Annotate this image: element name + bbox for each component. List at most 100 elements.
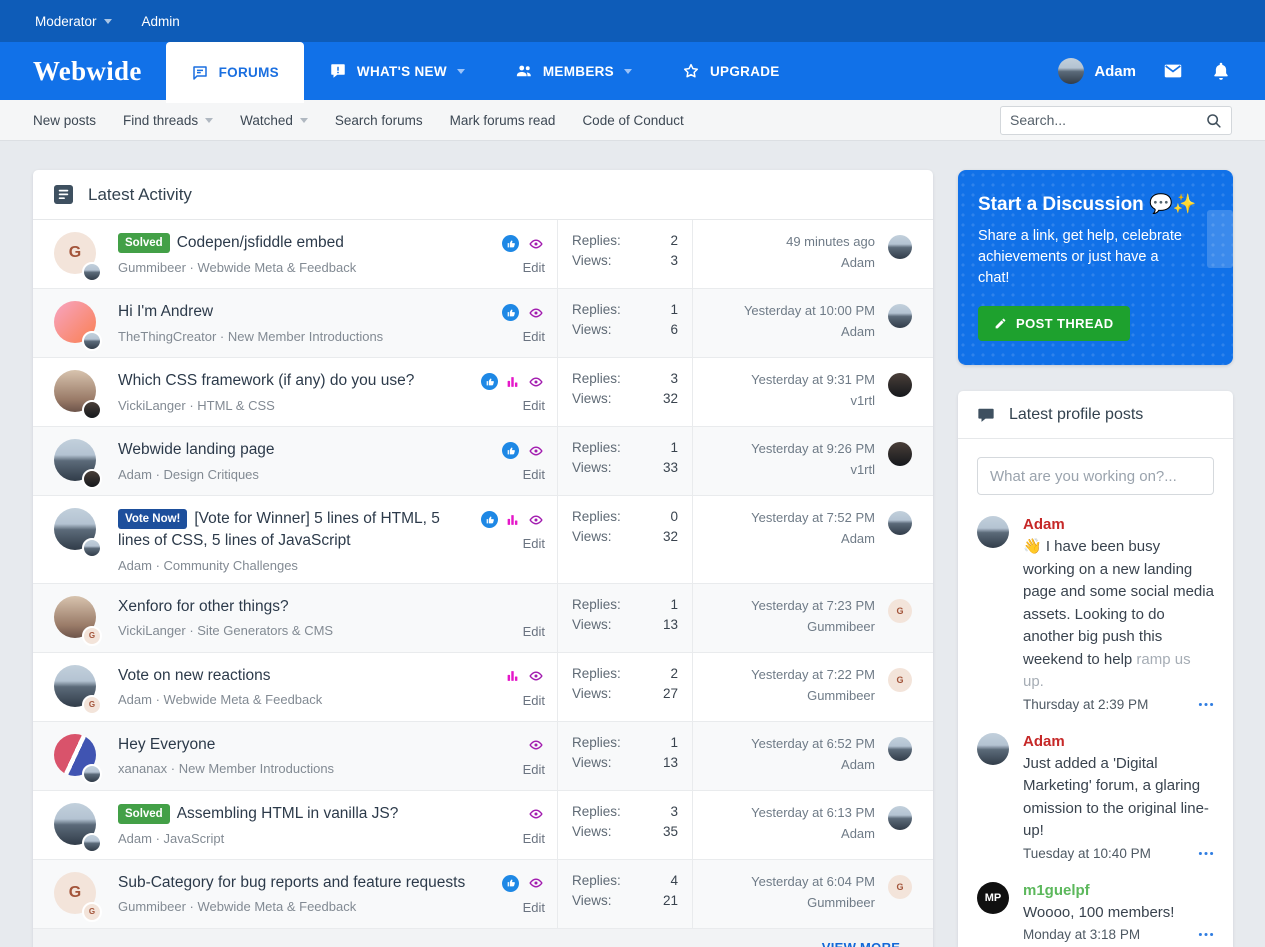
thread-title-link[interactable]: Hey Everyone (118, 734, 515, 756)
alerts-button[interactable] (1210, 60, 1232, 82)
avatar-adam[interactable] (82, 262, 102, 282)
thread-last-user[interactable]: Adam (751, 755, 875, 776)
thread-time[interactable]: Yesterday at 9:31 PM (751, 370, 875, 391)
subnav-new-posts[interactable]: New posts (33, 113, 96, 128)
thread-last-user[interactable]: Adam (751, 824, 875, 845)
thread-author[interactable]: Adam (118, 467, 152, 482)
thread-time[interactable]: Yesterday at 7:22 PM (751, 665, 875, 686)
moderator-menu[interactable]: Moderator (35, 14, 112, 29)
thread-author[interactable]: Adam (118, 831, 152, 846)
avatar-adam[interactable] (977, 732, 1009, 765)
subnav-code-of-conduct[interactable]: Code of Conduct (582, 113, 683, 128)
profile-post-time[interactable]: Tuesday at 10:40 PM (1023, 846, 1151, 861)
thread-title-link[interactable]: Solved Assembling HTML in vanilla JS? (118, 803, 515, 825)
avatar-adam[interactable] (888, 511, 912, 535)
avatar-v1rtl[interactable] (888, 373, 912, 397)
thread-title-link[interactable]: Hi I'm Andrew (118, 301, 494, 323)
thread-edit-link[interactable]: Edit (523, 693, 545, 708)
tab-upgrade[interactable]: UPGRADE (657, 42, 805, 100)
thread-last-post-link[interactable]: Yesterday at 6:52 PM Adam (751, 734, 875, 778)
thread-title-text[interactable]: Which CSS framework (if any) do you use? (118, 372, 414, 389)
view-more-link[interactable]: VIEW MORE... (822, 940, 912, 947)
thread-edit-link[interactable]: Edit (523, 467, 545, 482)
thread-forum[interactable]: JavaScript (164, 831, 225, 846)
post-menu-button[interactable] (1198, 851, 1214, 856)
thread-last-user[interactable]: Adam (786, 253, 875, 274)
thread-last-post-link[interactable]: Yesterday at 6:04 PM Gummibeer (751, 872, 875, 916)
thread-time[interactable]: Yesterday at 7:52 PM (751, 508, 875, 529)
thread-edit-link[interactable]: Edit (523, 260, 545, 275)
thread-author[interactable]: VickiLanger (118, 623, 186, 638)
thread-title-link[interactable]: Solved Codepen/jsfiddle embed (118, 232, 494, 254)
avatar-v1rtl[interactable] (82, 469, 102, 489)
thread-time[interactable]: Yesterday at 6:52 PM (751, 734, 875, 755)
avatar-gummibeer[interactable]: G (888, 874, 912, 899)
tab-whats-new[interactable]: WHAT'S NEW (304, 42, 490, 100)
avatar-gummibeer[interactable]: G (888, 667, 912, 692)
thread-forum[interactable]: Community Challenges (164, 558, 298, 573)
tab-members[interactable]: MEMBERS (490, 42, 657, 100)
thread-time[interactable]: Yesterday at 9:26 PM (751, 439, 875, 460)
post-menu-button[interactable] (1198, 932, 1214, 937)
thread-edit-link[interactable]: Edit (523, 831, 545, 846)
thread-title-text[interactable]: Vote on new reactions (118, 667, 271, 684)
thread-title-text[interactable]: Codepen/jsfiddle embed (177, 234, 344, 251)
site-logo[interactable]: Webwide (33, 56, 142, 87)
thread-last-post-link[interactable]: Yesterday at 7:52 PM Adam (751, 508, 875, 571)
thread-time[interactable]: Yesterday at 10:00 PM (744, 301, 875, 322)
admin-link[interactable]: Admin (142, 14, 180, 29)
avatar-adam[interactable] (82, 763, 102, 784)
thread-last-user[interactable]: Adam (744, 322, 875, 343)
thread-forum[interactable]: Site Generators & CMS (197, 623, 333, 638)
avatar-v1rtl[interactable] (82, 400, 102, 420)
thread-author[interactable]: xananax (118, 761, 167, 776)
avatar-adam[interactable] (888, 736, 912, 761)
thread-forum[interactable]: HTML & CSS (197, 398, 275, 413)
thread-title-link[interactable]: Vote on new reactions (118, 665, 498, 687)
profile-post-username[interactable]: m1guelpf (1023, 882, 1214, 899)
thread-author[interactable]: Gummibeer (118, 899, 186, 914)
subnav-watched[interactable]: Watched (240, 113, 308, 128)
avatar-v1rtl[interactable] (888, 442, 912, 466)
thread-edit-link[interactable]: Edit (523, 624, 545, 639)
thread-title-text[interactable]: Hi I'm Andrew (118, 303, 213, 320)
tab-forums[interactable]: FORUMS (165, 42, 304, 103)
thread-last-post-link[interactable]: 49 minutes ago Adam (786, 232, 875, 276)
avatar-gummibeer[interactable]: G (82, 901, 102, 922)
thread-last-user[interactable]: Gummibeer (751, 893, 875, 914)
avatar-adam[interactable] (888, 235, 912, 259)
thread-forum[interactable]: New Member Introductions (228, 329, 383, 344)
search-icon[interactable] (1205, 112, 1222, 129)
avatar-adam[interactable] (82, 538, 102, 558)
thread-last-user[interactable]: Adam (751, 529, 875, 550)
thread-last-post-link[interactable]: Yesterday at 9:31 PM v1rtl (751, 370, 875, 414)
avatar-adam[interactable] (1058, 58, 1085, 84)
thread-author[interactable]: Adam (118, 692, 152, 707)
thread-title-link[interactable]: Webwide landing page (118, 439, 494, 461)
thread-author[interactable]: Gummibeer (118, 260, 186, 275)
thread-forum[interactable]: Webwide Meta & Feedback (197, 899, 356, 914)
subnav-search-forums[interactable]: Search forums (335, 113, 423, 128)
avatar-adam[interactable] (888, 304, 912, 328)
subnav-find-threads[interactable]: Find threads (123, 113, 214, 128)
avatar-adam[interactable] (888, 805, 912, 830)
thread-last-post-link[interactable]: Yesterday at 7:22 PM Gummibeer (751, 665, 875, 709)
thread-edit-link[interactable]: Edit (523, 536, 545, 551)
thread-last-user[interactable]: v1rtl (751, 460, 875, 481)
avatar-gummibeer[interactable]: G (888, 598, 912, 623)
avatar-adam[interactable] (977, 516, 1009, 549)
thread-last-user[interactable]: Gummibeer (751, 686, 875, 707)
search-input[interactable] (1010, 112, 1205, 128)
thread-edit-link[interactable]: Edit (523, 762, 545, 777)
thread-last-post-link[interactable]: Yesterday at 10:00 PM Adam (744, 301, 875, 345)
profile-post-input[interactable] (977, 457, 1214, 496)
thread-last-post-link[interactable]: Yesterday at 6:13 PM Adam (751, 803, 875, 847)
thread-time[interactable]: Yesterday at 6:04 PM (751, 872, 875, 893)
thread-edit-link[interactable]: Edit (523, 900, 545, 915)
profile-post-time[interactable]: Thursday at 2:39 PM (1023, 697, 1148, 712)
thread-edit-link[interactable]: Edit (523, 329, 545, 344)
thread-title-text[interactable]: Assembling HTML in vanilla JS? (177, 805, 399, 822)
thread-forum[interactable]: Webwide Meta & Feedback (197, 260, 356, 275)
thread-title-link[interactable]: Sub-Category for bug reports and feature… (118, 872, 494, 894)
thread-title-link[interactable]: Xenforo for other things? (118, 596, 515, 618)
